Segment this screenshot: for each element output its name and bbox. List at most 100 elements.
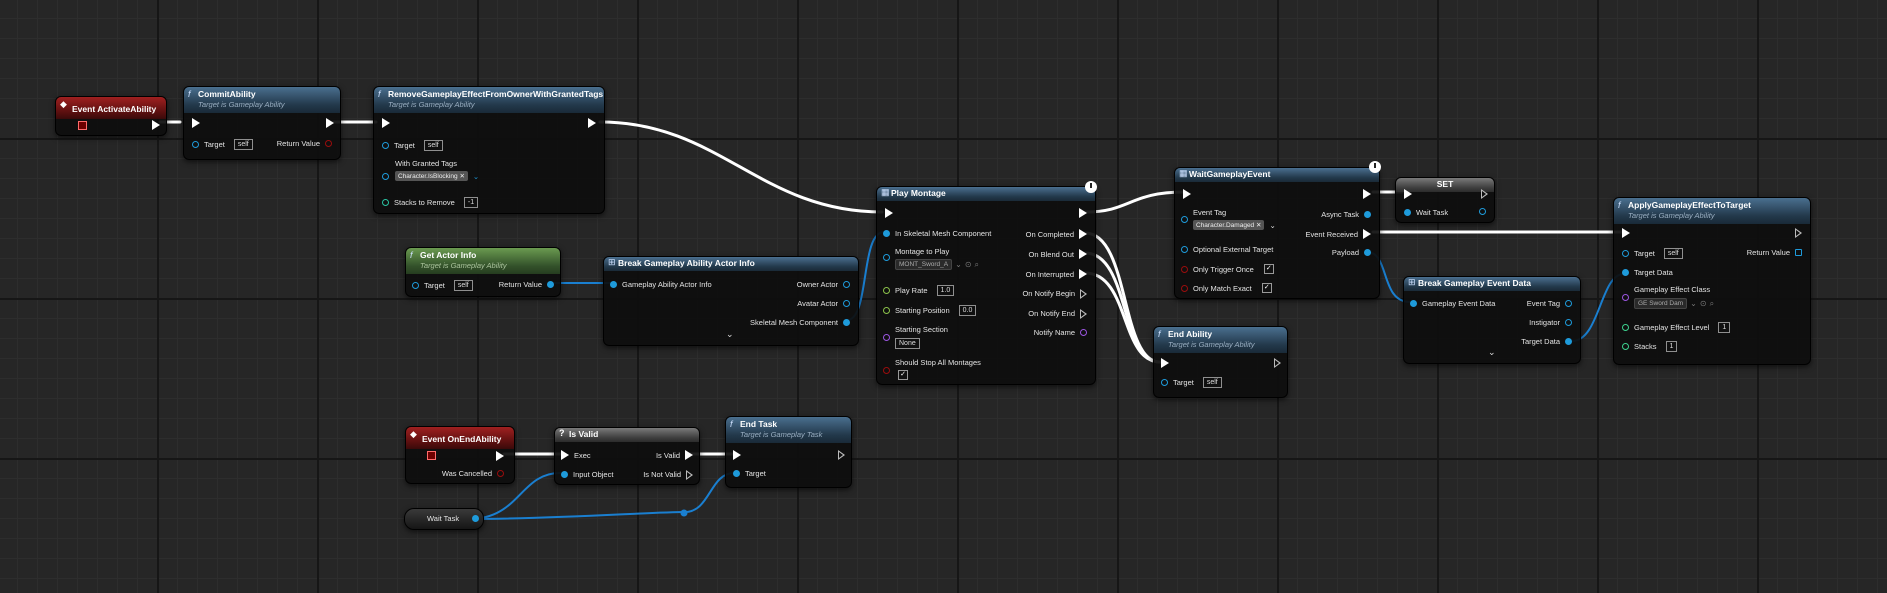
stacks-to-remove-pin[interactable]: Stacks to Remove -1 <box>382 197 479 208</box>
remove-tag-icon[interactable]: ✕ <box>459 173 464 180</box>
on-notify-end-pin[interactable]: On Notify End <box>1023 309 1087 319</box>
target-pin[interactable]: Target <box>733 469 771 478</box>
exec-in-pin[interactable] <box>1622 228 1630 238</box>
target-data-pin[interactable]: Target Data <box>1622 268 1678 277</box>
on-blend-out-pin[interactable]: On Blend Out <box>1024 249 1087 259</box>
end-ability-node[interactable]: f End Ability Target is Gameplay Ability… <box>1153 326 1288 398</box>
chevron-down-icon[interactable]: ⌄ <box>955 260 962 269</box>
exec-in-pin[interactable] <box>1404 189 1412 199</box>
chevron-down-icon[interactable]: ⌄ <box>1269 221 1275 230</box>
target-field[interactable]: self <box>423 140 443 151</box>
play-montage-node[interactable]: ▦ Play Montage In Skeletal Mesh Componen… <box>876 181 1097 385</box>
return-value-pin[interactable]: Return Value <box>1742 248 1802 257</box>
wait-task-in-pin[interactable]: Wait Task <box>1404 208 1453 217</box>
starting-position-pin[interactable]: Starting Position 0.0 <box>883 305 977 316</box>
is-valid-node[interactable]: ? Is Valid Exec Input Object Is Valid Is… <box>554 427 700 485</box>
owner-actor-pin[interactable]: Owner Actor <box>792 280 850 289</box>
chevron-down-icon[interactable]: ⌄ <box>473 172 479 181</box>
event-tag-out-pin[interactable]: Event Tag <box>1522 299 1572 308</box>
ge-class-pin[interactable] <box>1622 294 1629 301</box>
exec-out-pin[interactable] <box>326 118 334 128</box>
tag-chip[interactable]: Character.IsBlocking ✕ <box>395 171 468 181</box>
target-field[interactable]: self <box>233 139 253 150</box>
ge-level-field[interactable]: 1 <box>1718 322 1731 333</box>
set-variable-node[interactable]: SET Wait Task <box>1395 177 1495 223</box>
starting-position-field[interactable]: 0.0 <box>958 305 977 316</box>
wait-task-out-pin[interactable] <box>1479 208 1486 215</box>
exec-in-pin[interactable] <box>733 450 741 460</box>
remove-tag-icon[interactable]: ✕ <box>1256 222 1261 229</box>
browse-icon[interactable]: ⊙ <box>1700 299 1707 308</box>
granted-tags-pin[interactable]: Character.IsBlocking ✕ ⌄ <box>382 171 479 181</box>
exec-out-pin[interactable] <box>1274 358 1281 368</box>
wait-task-variable-node[interactable]: Wait Task <box>404 508 484 530</box>
optional-target-pin[interactable]: Optional External Target <box>1181 245 1278 254</box>
exec-in-pin[interactable] <box>1161 358 1169 368</box>
event-tag-pin[interactable] <box>1181 216 1188 223</box>
notify-name-pin[interactable]: Notify Name <box>1029 328 1087 337</box>
exec-out-pin[interactable] <box>1363 189 1371 199</box>
on-interrupted-pin[interactable]: On Interrupted <box>1021 269 1087 279</box>
apply-gameplay-effect-node[interactable]: f ApplyGameplayEffectToTarget Target is … <box>1613 197 1811 365</box>
only-trigger-once-checkbox[interactable]: ✓ <box>1263 264 1274 274</box>
exec-out-pin[interactable] <box>838 450 845 460</box>
wait-gameplay-event-node[interactable]: ▦ WaitGameplayEvent Event Tag Character.… <box>1174 161 1381 299</box>
exec-in-pin[interactable] <box>885 208 893 218</box>
payload-pin[interactable]: Payload <box>1327 248 1371 257</box>
ge-class-field[interactable]: GE Sword Dam ⌄ ⊙ ⌕ <box>1634 298 1714 309</box>
event-on-end-ability-node[interactable]: ◆ Event OnEndAbility Was Cancelled <box>405 426 515 484</box>
exec-out-pin[interactable] <box>152 120 160 130</box>
starting-section-field[interactable]: None <box>895 338 920 349</box>
avatar-actor-pin[interactable]: Avatar Actor <box>792 299 850 308</box>
is-valid-out-pin[interactable]: Is Valid <box>651 450 693 460</box>
target-data-out-pin[interactable]: Target Data <box>1516 337 1572 346</box>
on-notify-begin-pin[interactable]: On Notify Begin <box>1017 289 1087 299</box>
stacks-pin[interactable]: Stacks 1 <box>1622 341 1678 352</box>
wait-task-out-pin[interactable] <box>472 515 479 522</box>
stop-all-montages-pin[interactable] <box>883 367 890 374</box>
only-trigger-once-pin[interactable]: Only Trigger Once ✓ <box>1181 264 1274 274</box>
get-actor-info-node[interactable]: f Get Actor Info Target is Gameplay Abil… <box>405 247 561 297</box>
stacks-field[interactable]: 1 <box>1665 341 1678 352</box>
exec-out-pin[interactable] <box>1481 189 1488 199</box>
return-value-pin[interactable]: Return Value <box>272 139 332 148</box>
end-task-node[interactable]: f End Task Target is Gameplay Task Targe… <box>725 416 852 488</box>
instigator-out-pin[interactable]: Instigator <box>1524 318 1572 327</box>
ge-level-pin[interactable]: Gameplay Effect Level 1 <box>1622 322 1731 333</box>
exec-in-pin[interactable]: Exec <box>561 450 596 460</box>
target-pin[interactable]: Target self <box>1161 377 1222 388</box>
target-field[interactable]: self <box>1202 377 1222 388</box>
search-icon[interactable]: ⌕ <box>975 260 979 270</box>
montage-pin[interactable] <box>883 254 890 261</box>
expand-chevron-icon[interactable]: ⌄ <box>726 329 734 340</box>
montage-field[interactable]: MONT_Sword_A ⌄ ⊙ ⌕ <box>895 259 979 270</box>
browse-icon[interactable]: ⊙ <box>965 260 972 269</box>
exec-out-pin[interactable] <box>1079 208 1087 218</box>
async-task-pin[interactable]: Async Task <box>1316 210 1371 219</box>
play-rate-field[interactable]: 1.0 <box>936 285 955 296</box>
chevron-down-icon[interactable]: ⌄ <box>1690 299 1697 308</box>
exec-out-pin[interactable] <box>588 118 596 128</box>
exec-in-pin[interactable] <box>1183 189 1191 199</box>
event-data-in-pin[interactable]: Gameplay Event Data <box>1410 299 1500 308</box>
stacks-field[interactable]: -1 <box>463 197 479 208</box>
target-pin[interactable]: Target self <box>412 280 473 291</box>
actor-info-in-pin[interactable]: Gameplay Ability Actor Info <box>610 280 717 289</box>
target-pin[interactable]: Target self <box>382 140 443 151</box>
expand-chevron-icon[interactable]: ⌄ <box>1488 347 1496 358</box>
starting-section-pin[interactable] <box>883 334 890 341</box>
target-pin[interactable]: Target self <box>192 139 253 150</box>
is-not-valid-out-pin[interactable]: Is Not Valid <box>638 470 693 480</box>
target-field[interactable]: self <box>453 280 473 291</box>
exec-out-pin[interactable] <box>1795 228 1802 238</box>
target-pin[interactable]: Target self <box>1622 248 1683 259</box>
event-tag-field[interactable]: Character.Damaged ✕ ⌄ <box>1193 220 1276 230</box>
input-object-pin[interactable]: Input Object <box>561 470 618 479</box>
on-completed-pin[interactable]: On Completed <box>1021 229 1087 239</box>
stop-all-checkbox[interactable]: ✓ <box>893 370 908 380</box>
skeletal-mesh-pin[interactable]: Skeletal Mesh Component <box>745 318 850 327</box>
exec-in-pin[interactable] <box>192 118 200 128</box>
break-actor-info-node[interactable]: ⊞ Break Gameplay Ability Actor Info Game… <box>603 256 859 346</box>
only-match-exact-checkbox[interactable]: ✓ <box>1261 283 1272 293</box>
play-rate-pin[interactable]: Play Rate 1.0 <box>883 285 955 296</box>
